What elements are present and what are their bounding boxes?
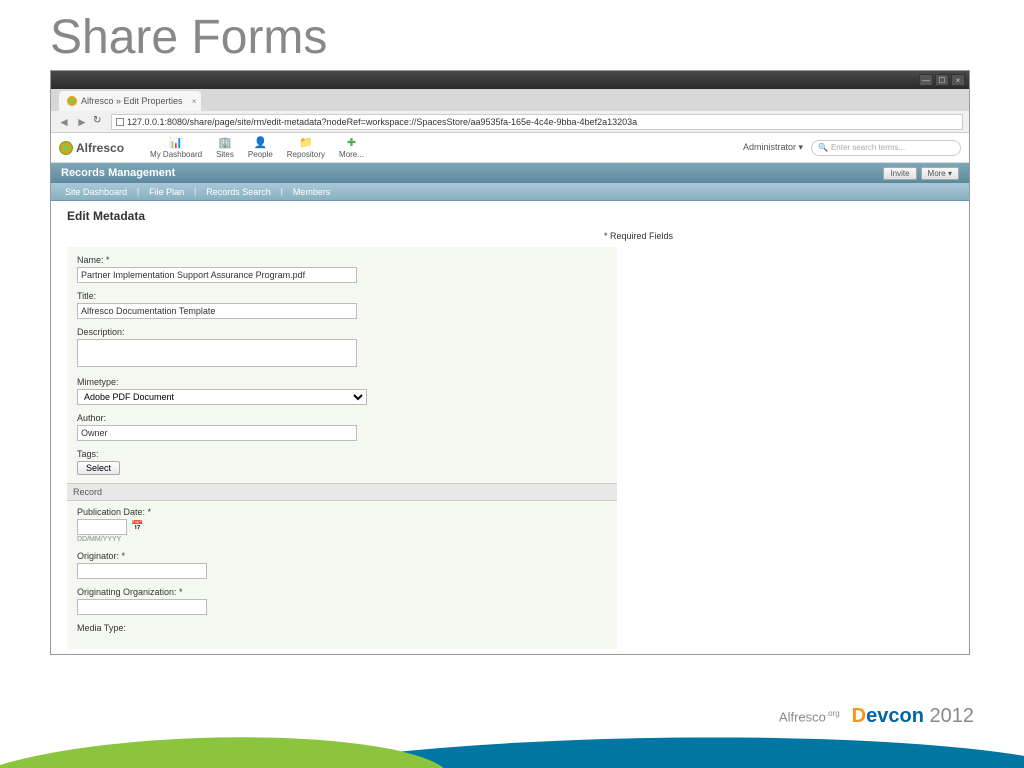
author-label: Author: xyxy=(77,413,607,423)
url-text: 127.0.0.1:8080/share/page/site/rm/edit-m… xyxy=(127,117,637,127)
orgorg-input[interactable] xyxy=(77,599,207,615)
maximize-button[interactable]: ☐ xyxy=(935,74,949,86)
mimetype-label: Mimetype: xyxy=(77,377,607,387)
record-section-header: Record xyxy=(67,483,617,501)
name-input[interactable] xyxy=(77,267,357,283)
nav-repository[interactable]: 📁 Repository xyxy=(281,135,331,161)
admin-menu[interactable]: Administrator ▾ xyxy=(743,142,803,153)
app-header: Alfresco 📊 My Dashboard 🏢 Sites 👤 People… xyxy=(51,133,969,163)
close-button[interactable]: × xyxy=(951,74,965,86)
nav-label: More... xyxy=(339,150,364,159)
metadata-form: Name: * Title: Description: Mimetype: Ad… xyxy=(67,247,617,649)
pubdate-input[interactable] xyxy=(77,519,127,535)
nav-separator: | xyxy=(281,187,283,196)
pubdate-label: Publication Date: * xyxy=(77,507,607,517)
people-icon: 👤 xyxy=(253,137,267,149)
footer-branding: Alfresco.org Devcon 2012 xyxy=(779,705,974,728)
date-format-hint: DD/MM/YYYY xyxy=(77,536,607,543)
site-nav-search[interactable]: Records Search xyxy=(202,185,275,199)
footer-decoration xyxy=(0,733,1024,768)
required-fields-note: * Required Fields xyxy=(67,231,953,241)
search-icon: 🔍 xyxy=(818,143,828,152)
site-nav-fileplan[interactable]: File Plan xyxy=(145,185,188,199)
description-label: Description: xyxy=(77,327,607,337)
tags-select-button[interactable]: Select xyxy=(77,461,120,475)
reload-button[interactable]: ↻ xyxy=(93,115,107,129)
browser-tab[interactable]: Alfresco » Edit Properties × xyxy=(59,91,201,111)
nav-label: People xyxy=(248,150,273,159)
name-label: Name: * xyxy=(77,255,607,265)
nav-dashboard[interactable]: 📊 My Dashboard xyxy=(144,135,208,161)
search-placeholder: Enter search terms... xyxy=(831,143,905,152)
alfresco-logo-icon xyxy=(59,141,73,155)
nav-separator: | xyxy=(194,187,196,196)
nav-label: Repository xyxy=(287,150,325,159)
nav-more[interactable]: ✚ More... xyxy=(333,135,370,161)
screenshot: — ☐ × Alfresco » Edit Properties × ◄ ► ↻… xyxy=(50,70,970,655)
more-button[interactable]: More ▾ xyxy=(921,167,959,180)
nav-people[interactable]: 👤 People xyxy=(242,135,279,161)
site-nav-dashboard[interactable]: Site Dashboard xyxy=(61,185,131,199)
title-input[interactable] xyxy=(77,303,357,319)
window-titlebar: — ☐ × xyxy=(51,71,969,89)
originator-label: Originator: * xyxy=(77,551,607,561)
back-button[interactable]: ◄ xyxy=(57,115,71,129)
logo[interactable]: Alfresco xyxy=(59,141,124,155)
nav-sites[interactable]: 🏢 Sites xyxy=(210,135,240,161)
forward-button[interactable]: ► xyxy=(75,115,89,129)
url-bar[interactable]: 127.0.0.1:8080/share/page/site/rm/edit-m… xyxy=(111,114,963,130)
search-input[interactable]: 🔍 Enter search terms... xyxy=(811,140,961,156)
more-icon: ✚ xyxy=(344,137,358,149)
tab-close-icon[interactable]: × xyxy=(192,97,197,106)
description-input[interactable] xyxy=(77,339,357,367)
repository-icon: 📁 xyxy=(299,137,313,149)
top-nav: 📊 My Dashboard 🏢 Sites 👤 People 📁 Reposi… xyxy=(144,135,370,161)
originator-input[interactable] xyxy=(77,563,207,579)
site-nav: Site Dashboard | File Plan | Records Sea… xyxy=(51,183,969,201)
browser-toolbar: ◄ ► ↻ 127.0.0.1:8080/share/page/site/rm/… xyxy=(51,111,969,133)
nav-label: My Dashboard xyxy=(150,150,202,159)
nav-separator: | xyxy=(137,187,139,196)
page-icon xyxy=(116,118,124,126)
sites-icon: 🏢 xyxy=(218,137,232,149)
site-nav-members[interactable]: Members xyxy=(289,185,335,199)
mimetype-select[interactable]: Adobe PDF Document xyxy=(77,389,367,405)
content-area: Edit Metadata * Required Fields Name: * … xyxy=(51,201,969,655)
title-label: Title: xyxy=(77,291,607,301)
site-header: Records Management Invite More ▾ xyxy=(51,163,969,183)
browser-tab-strip: Alfresco » Edit Properties × xyxy=(51,89,969,111)
page-title: Edit Metadata xyxy=(67,209,953,223)
favicon-icon xyxy=(67,96,77,106)
site-title: Records Management xyxy=(61,167,175,179)
devcon-logo: Devcon 2012 xyxy=(852,705,974,728)
calendar-icon[interactable]: 📅 xyxy=(131,521,143,533)
tags-label: Tags: xyxy=(77,449,607,459)
tab-title: Alfresco » Edit Properties xyxy=(81,96,183,106)
alfresco-footer-logo: Alfresco.org xyxy=(779,709,840,724)
nav-label: Sites xyxy=(216,150,234,159)
dashboard-icon: 📊 xyxy=(169,137,183,149)
invite-button[interactable]: Invite xyxy=(883,167,916,180)
author-input[interactable] xyxy=(77,425,357,441)
orgorg-label: Originating Organization: * xyxy=(77,587,607,597)
logo-text: Alfresco xyxy=(76,141,124,155)
mediatype-label: Media Type: xyxy=(77,623,607,633)
minimize-button[interactable]: — xyxy=(919,74,933,86)
slide-title: Share Forms xyxy=(0,0,1024,70)
